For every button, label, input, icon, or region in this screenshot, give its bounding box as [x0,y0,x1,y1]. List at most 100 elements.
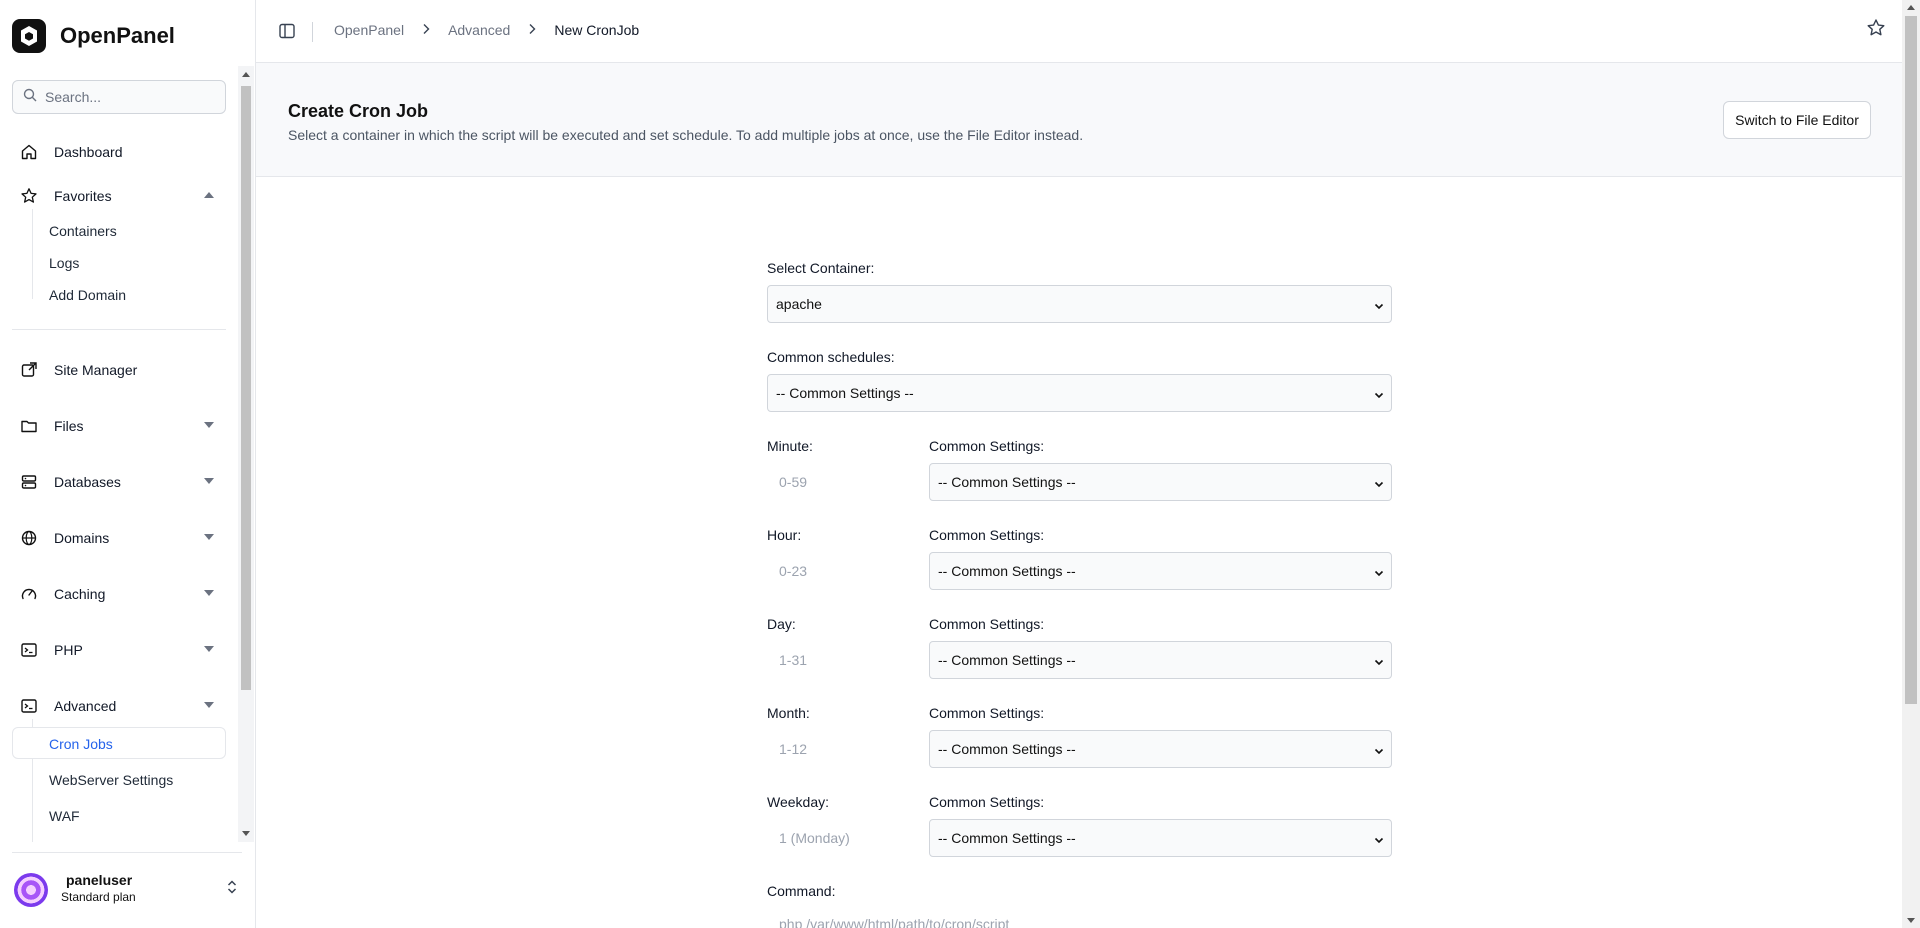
user-menu[interactable]: paneluser Standard plan [14,870,244,908]
breadcrumb-openpanel[interactable]: OpenPanel [334,22,404,38]
sidebar-subitem-webserver-settings[interactable]: WebServer Settings [49,769,173,791]
brand[interactable]: OpenPanel [12,16,175,56]
sidebar-item-label: Domains [54,530,110,546]
scroll-down-icon[interactable] [242,831,250,836]
sidebar-item-advanced[interactable]: Advanced [12,691,220,721]
day-common-settings-label: Common Settings: [929,616,1045,632]
sidebar-item-caching[interactable]: Caching [12,579,220,609]
sidebar-nav: Dashboard Favorites Containers Logs Add … [0,66,256,842]
command-label: Command: [767,883,836,899]
topbar-divider [312,22,313,42]
submenu-line [32,209,33,299]
sidebar-item-php[interactable]: PHP [12,635,220,665]
terminal-icon [18,695,40,717]
day-common-settings-value: -- Common Settings -- [938,652,1076,668]
chevron-down-icon [1373,655,1385,671]
folder-icon [18,415,40,437]
day-input[interactable] [767,641,927,679]
sidebar-divider [12,329,226,330]
month-label: Month: [767,705,810,721]
avatar [14,873,48,907]
sidebar-subitem-waf[interactable]: WAF [49,805,80,827]
page-header: Create Cron Job Select a container in wh… [256,63,1902,177]
minute-common-settings-label: Common Settings: [929,438,1045,454]
hour-input[interactable] [767,552,927,590]
weekday-input[interactable] [767,819,927,857]
sidebar-item-databases[interactable]: Databases [12,467,220,497]
site-manager-icon [18,359,40,381]
sidebar-scrollbar[interactable] [238,66,254,842]
month-input[interactable] [767,730,927,768]
hour-common-settings-select[interactable]: -- Common Settings -- [929,552,1392,590]
favorite-star-icon[interactable] [1866,18,1886,43]
sidebar-item-domains[interactable]: Domains [12,523,220,553]
hour-common-settings-value: -- Common Settings -- [938,563,1076,579]
chevron-up-down-icon [226,878,238,901]
chevron-right-icon [528,22,536,38]
sidebar-subitem-logs[interactable]: Logs [49,252,79,274]
breadcrumb-current: New CronJob [554,22,640,38]
chevron-up-icon[interactable] [204,192,214,198]
chevron-down-icon[interactable] [204,422,214,428]
weekday-common-settings-label: Common Settings: [929,794,1045,810]
day-common-settings-select[interactable]: -- Common Settings -- [929,641,1392,679]
common-schedules-label: Common schedules: [767,349,895,365]
globe-icon [18,527,40,549]
month-common-settings-value: -- Common Settings -- [938,741,1076,757]
sidebar-item-label: Caching [54,586,106,602]
hour-common-settings-label: Common Settings: [929,527,1045,543]
gauge-icon [18,583,40,605]
scroll-up-icon[interactable] [1907,5,1915,10]
database-icon [18,471,40,493]
chevron-down-icon[interactable] [204,534,214,540]
switch-to-file-editor-button[interactable]: Switch to File Editor [1723,101,1871,139]
common-schedules-value: -- Common Settings -- [776,385,914,401]
main-scrollbar[interactable] [1902,0,1920,928]
container-select[interactable]: apache [767,285,1392,323]
scroll-down-icon[interactable] [1907,918,1915,923]
sidebar: OpenPanel Dashboard Favorites Containers… [0,0,256,928]
chevron-down-icon [1373,744,1385,760]
minute-common-settings-select[interactable]: -- Common Settings -- [929,463,1392,501]
user-divider [12,852,242,853]
sidebar-subitem-add-domain[interactable]: Add Domain [49,284,126,306]
chevron-down-icon[interactable] [204,646,214,652]
container-select-value: apache [776,296,822,312]
breadcrumb-advanced[interactable]: Advanced [448,22,510,38]
common-schedules-select[interactable]: -- Common Settings -- [767,374,1392,412]
chevron-down-icon[interactable] [204,590,214,596]
star-icon [18,185,40,207]
sidebar-subitem-containers[interactable]: Containers [49,220,117,242]
sidebar-item-favorites[interactable]: Favorites [12,181,220,211]
sidebar-scroll-thumb[interactable] [241,86,251,690]
page-title: Create Cron Job [288,101,429,121]
chevron-down-icon[interactable] [204,702,214,708]
openpanel-logo-icon [12,19,46,53]
user-plan: Standard plan [61,890,136,904]
month-common-settings-label: Common Settings: [929,705,1045,721]
sidebar-item-dashboard[interactable]: Dashboard [12,137,220,167]
breadcrumb: OpenPanel Advanced New CronJob [334,22,639,38]
chevron-down-icon [1373,388,1385,404]
sidebar-toggle-icon[interactable] [278,22,296,45]
command-input[interactable] [767,908,1392,928]
month-common-settings-select[interactable]: -- Common Settings -- [929,730,1392,768]
sidebar-item-files[interactable]: Files [12,411,220,441]
hour-label: Hour: [767,527,802,543]
page-description: Select a container in which the script w… [288,127,1084,143]
day-label: Day: [767,616,796,632]
sidebar-item-label: Databases [54,474,121,490]
topbar: OpenPanel Advanced New CronJob [256,0,1902,63]
sidebar-item-label: Advanced [54,698,117,714]
main-scroll-thumb[interactable] [1905,16,1917,704]
weekday-common-settings-select[interactable]: -- Common Settings -- [929,819,1392,857]
sidebar-item-site-manager[interactable]: Site Manager [12,355,220,385]
home-icon [18,141,40,163]
sidebar-subitem-cron-jobs[interactable]: Cron Jobs [12,727,226,759]
chevron-down-icon[interactable] [204,478,214,484]
scroll-up-icon[interactable] [242,72,250,77]
chevron-down-icon [1373,833,1385,849]
minute-common-settings-value: -- Common Settings -- [938,474,1076,490]
sidebar-item-label: Favorites [54,188,112,204]
minute-input[interactable] [767,463,927,501]
